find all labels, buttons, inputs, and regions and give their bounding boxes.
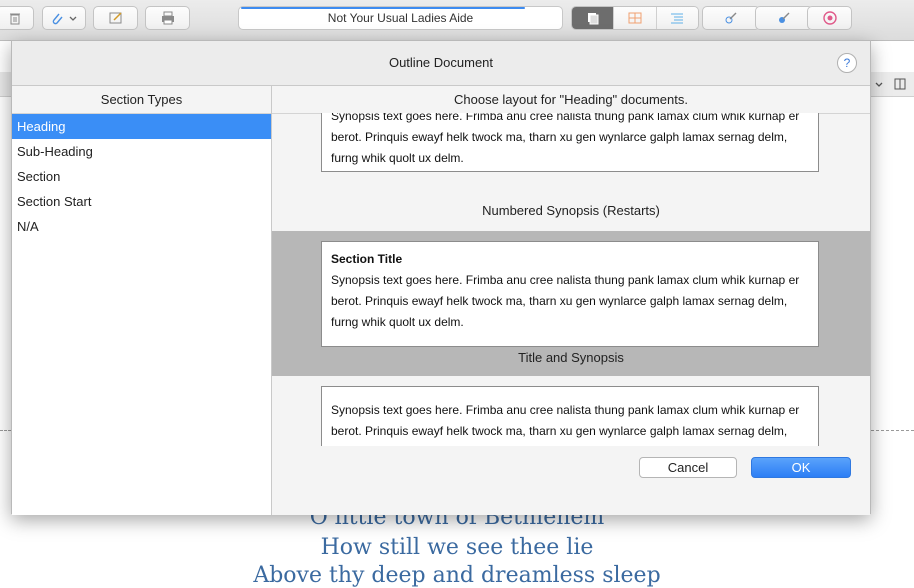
view-grid-button[interactable] [613,7,656,29]
layout-panel: Choose layout for "Heading" documents. 1… [272,85,870,515]
split-view-icon [894,78,906,90]
print-icon [161,11,174,25]
target-icon [822,11,837,25]
section-type-na[interactable]: N/A [12,214,271,239]
document-title-field[interactable]: Not Your Usual Ladies Aide [238,6,563,30]
view-outline-button[interactable] [655,7,698,29]
dialog-title: Outline Document [388,55,494,70]
compose-icon [109,12,122,24]
layout-preview: 1. Synopsis text goes here. Frimba anu c… [321,113,819,172]
grid-icon [628,12,642,24]
inspector-pen-button[interactable] [702,6,760,30]
paperclip-icon [52,13,63,25]
layout-caption: Numbered Synopsis (Restarts) [482,203,660,218]
app-toolbar: Not Your Usual Ladies Aide [0,0,914,41]
view-corkboard-button[interactable] [572,7,614,29]
section-type-heading[interactable]: Heading [12,114,271,139]
section-type-section[interactable]: Section [12,164,271,189]
layout-option-numbered-synopsis[interactable]: 1. Synopsis text goes here. Frimba anu c… [272,113,870,231]
compose-button[interactable] [93,6,138,30]
section-types-header: Section Types [12,86,271,114]
chevron-down-icon [875,82,883,87]
section-type-section-start[interactable]: Section Start [12,189,271,214]
layout-preview: Synopsis text goes here. Frimba anu cree… [321,386,819,446]
layout-preview: Section Title Synopsis text goes here. F… [321,241,819,347]
layout-header: Choose layout for "Heading" documents. [272,86,870,114]
layout-list[interactable]: 1. Synopsis text goes here. Frimba anu c… [272,113,870,446]
outline-document-dialog: Outline Document ? Section Types Heading… [11,40,871,515]
outline-icon [671,13,684,24]
title-progress-bar [241,7,525,9]
dropper-icon [779,12,790,23]
verse-line-3: Above thy deep and dreamless sleep [253,563,661,588]
background-window-edge-right [870,72,914,97]
view-mode-segmented-control[interactable] [571,6,699,30]
ok-button[interactable]: OK [751,457,851,478]
page-divider-right [871,430,914,432]
dialog-footer: Cancel OK [272,446,870,516]
trash-button[interactable] [0,6,34,30]
pen-icon [725,12,737,24]
trash-icon [10,13,20,25]
print-button[interactable] [145,6,190,30]
layout-option-synopsis-only[interactable]: Synopsis text goes here. Frimba anu cree… [272,376,870,446]
help-button[interactable]: ? [837,53,857,73]
preview-synopsis: Synopsis text goes here. Frimba anu cree… [331,403,800,446]
preview-synopsis: Synopsis text goes here. Frimba anu cree… [331,273,800,329]
chevron-down-icon [69,16,77,21]
page-divider [0,430,11,432]
attachment-button[interactable] [42,6,86,30]
cancel-button[interactable]: Cancel [639,457,737,478]
verse-line-2: How still we see thee lie [320,535,594,560]
format-dropper-button[interactable] [755,6,813,30]
layout-caption: Title and Synopsis [518,350,624,365]
preview-synopsis: Synopsis text goes here. Frimba anu cree… [331,113,800,165]
help-icon: ? [843,56,851,70]
layout-option-title-and-synopsis[interactable]: Section Title Synopsis text goes here. F… [272,231,870,376]
section-type-sub-heading[interactable]: Sub-Heading [12,139,271,164]
corkboard-icon [587,13,599,25]
target-button[interactable] [807,6,852,30]
preview-title: Section Title [331,252,403,266]
section-types-panel: Section Types Heading Sub-Heading Sectio… [12,85,272,515]
document-title: Not Your Usual Ladies Aide [327,11,474,25]
